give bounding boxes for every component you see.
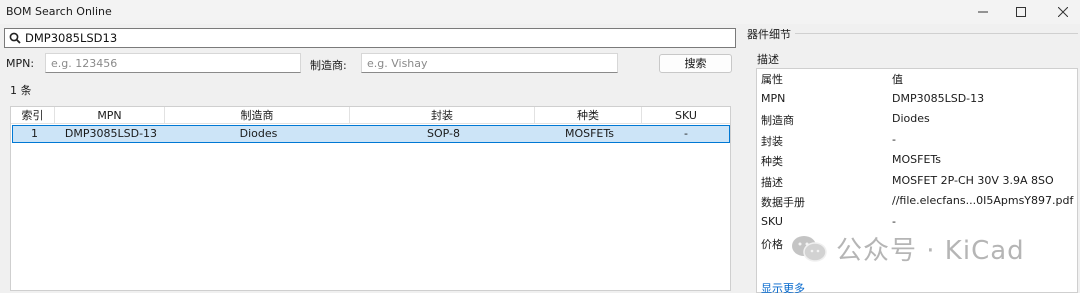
property-header-key: 属性 bbox=[761, 73, 783, 86]
property-value: Diodes bbox=[892, 112, 930, 125]
manufacturer-field[interactable]: e.g. Vishay bbox=[361, 53, 618, 73]
property-key: 描述 bbox=[761, 176, 783, 189]
property-header: 属性 值 bbox=[757, 69, 1077, 89]
manufacturer-label: 制造商: bbox=[310, 59, 347, 72]
result-count: 1 条 bbox=[10, 84, 32, 97]
description-label: 描述 bbox=[757, 53, 779, 66]
property-row[interactable]: 种类 MOSFETs bbox=[757, 150, 1077, 170]
cell-category: MOSFETs bbox=[564, 127, 615, 140]
close-icon bbox=[1058, 7, 1068, 17]
watermark-text: 公众号 · KiCad bbox=[836, 236, 1025, 266]
wechat-icon bbox=[792, 235, 827, 262]
property-row[interactable]: 封装 - bbox=[757, 130, 1077, 150]
column-header-index[interactable]: 索引 bbox=[11, 107, 55, 124]
watermark: 公众号 · KiCad bbox=[790, 230, 1025, 267]
search-query: DMP3085LSD13 bbox=[25, 31, 118, 45]
search-icon bbox=[9, 32, 21, 44]
property-row[interactable]: 描述 MOSFET 2P-CH 30V 3.9A 8SO bbox=[757, 171, 1077, 191]
property-key: 数据手册 bbox=[761, 196, 805, 209]
property-key: 制造商 bbox=[761, 114, 794, 127]
column-header-sku[interactable]: SKU bbox=[642, 107, 730, 124]
mpn-label: MPN: bbox=[6, 57, 35, 70]
property-value: MOSFET 2P-CH 30V 3.9A 8SO bbox=[892, 174, 1054, 187]
property-header-value: 值 bbox=[892, 73, 903, 86]
maximize-button[interactable] bbox=[998, 0, 1044, 24]
results-table: 索引 MPN 制造商 封装 种类 SKU 1 DMP3085LSD-13 Dio… bbox=[10, 106, 731, 291]
column-header-mpn[interactable]: MPN bbox=[55, 107, 165, 124]
property-key: MPN bbox=[761, 92, 786, 105]
property-row[interactable]: 制造商 Diodes bbox=[757, 109, 1077, 129]
property-row[interactable]: SKU - bbox=[757, 212, 1077, 232]
maximize-icon bbox=[1016, 7, 1026, 17]
cell-package: SOP-8 bbox=[427, 127, 460, 140]
property-row[interactable]: 数据手册 //file.elecfans...0I5ApmsY897.pdf bbox=[757, 191, 1077, 211]
minimize-icon bbox=[978, 11, 988, 13]
cell-sku: - bbox=[684, 127, 688, 140]
cell-index: 1 bbox=[31, 127, 38, 140]
property-row[interactable]: MPN DMP3085LSD-13 bbox=[757, 89, 1077, 109]
group-divider bbox=[795, 33, 1078, 34]
mpn-field[interactable]: e.g. 123456 bbox=[45, 53, 301, 73]
property-key: 封装 bbox=[761, 135, 783, 148]
property-key: 种类 bbox=[761, 155, 783, 168]
close-button[interactable] bbox=[1040, 0, 1080, 24]
column-header-package[interactable]: 封装 bbox=[350, 107, 535, 124]
column-header-manufacturer[interactable]: 制造商 bbox=[165, 107, 350, 124]
property-value: MOSFETs bbox=[892, 153, 942, 166]
mpn-placeholder: e.g. 123456 bbox=[51, 57, 118, 70]
table-header: 索引 MPN 制造商 封装 种类 SKU bbox=[11, 107, 730, 124]
property-value: DMP3085LSD-13 bbox=[892, 92, 985, 105]
window-title: BOM Search Online bbox=[6, 5, 112, 18]
search-button[interactable]: 搜索 bbox=[659, 54, 732, 73]
property-value: - bbox=[892, 133, 896, 146]
search-panel: DMP3085LSD13 MPN: e.g. 123456 制造商: e.g. … bbox=[0, 24, 745, 293]
cell-mpn: DMP3085LSD-13 bbox=[64, 127, 158, 140]
search-input[interactable]: DMP3085LSD13 bbox=[4, 28, 736, 48]
title-bar: BOM Search Online bbox=[0, 0, 1080, 24]
cell-manufacturer: Diodes bbox=[239, 127, 278, 140]
show-more-link[interactable]: 显示更多 bbox=[761, 280, 805, 293]
property-value: - bbox=[892, 215, 896, 228]
datasheet-link[interactable]: //file.elecfans...0I5ApmsY897.pdf bbox=[892, 194, 1073, 207]
table-row[interactable]: 1 DMP3085LSD-13 Diodes SOP-8 MOSFETs - bbox=[12, 125, 730, 143]
details-group-title: 器件细节 bbox=[747, 28, 791, 41]
property-key: 价格 bbox=[761, 238, 783, 251]
property-key: SKU bbox=[761, 215, 783, 228]
manufacturer-placeholder: e.g. Vishay bbox=[367, 57, 428, 70]
column-header-category[interactable]: 种类 bbox=[535, 107, 642, 124]
